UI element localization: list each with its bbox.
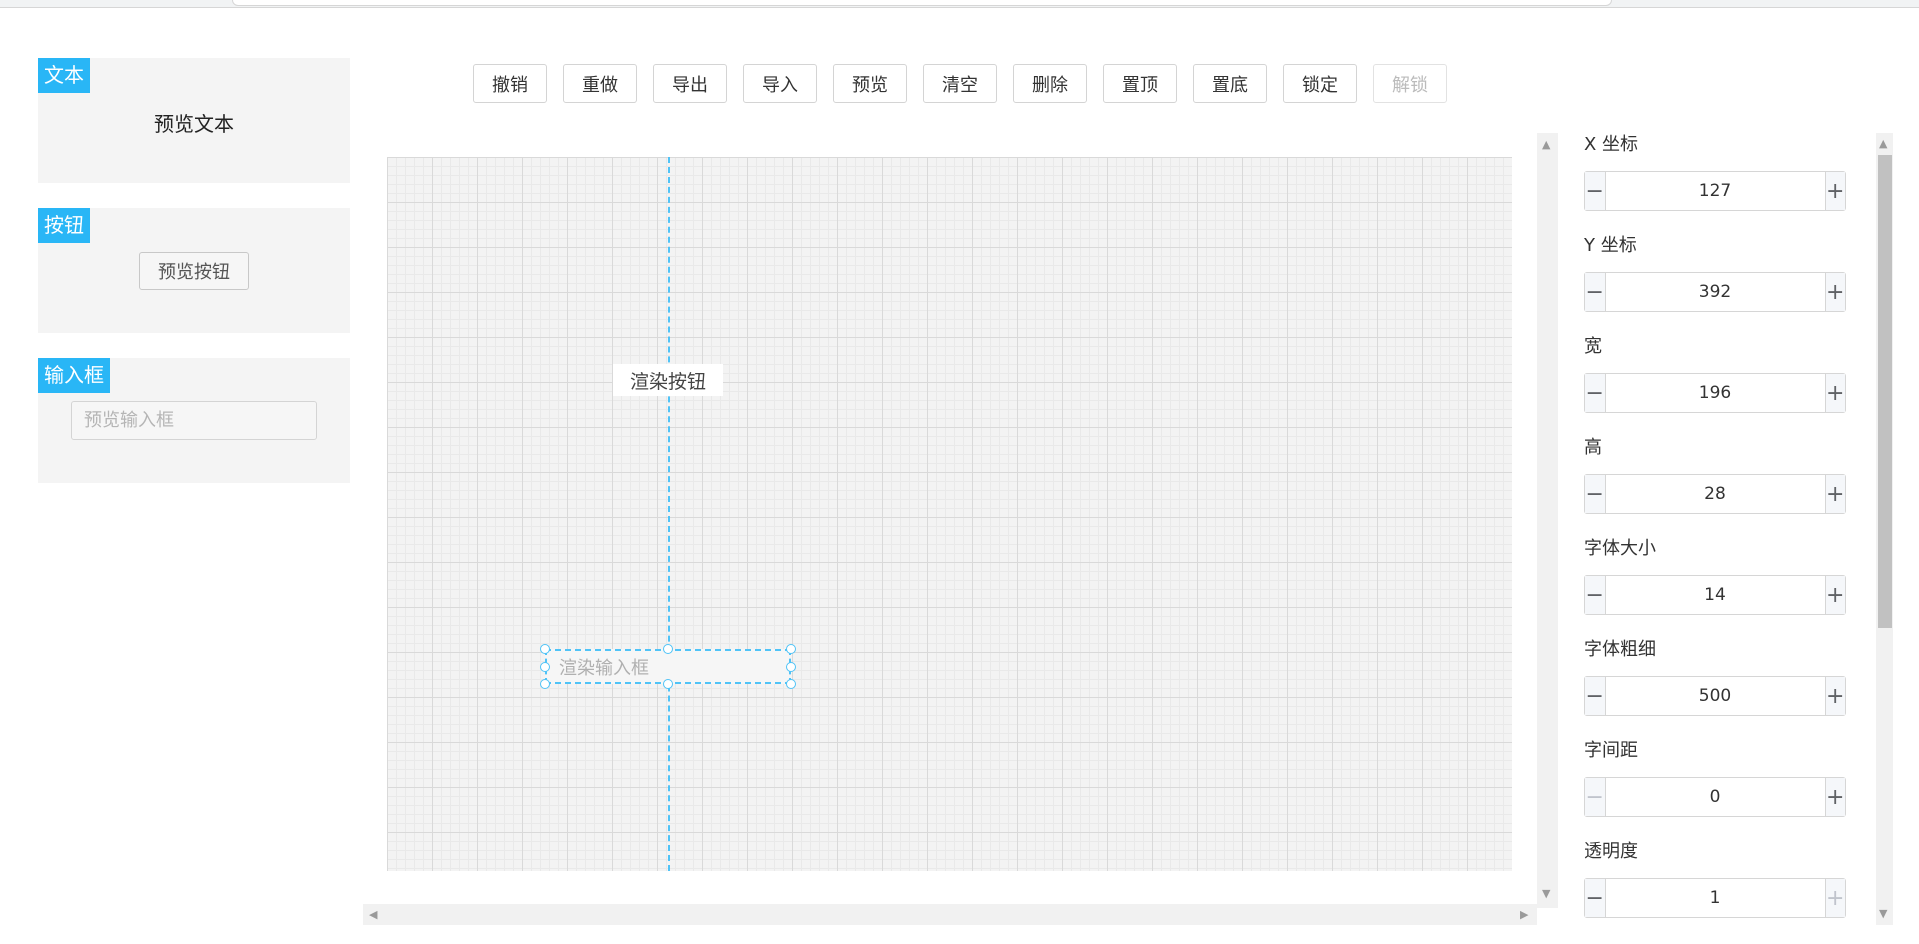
plus-icon[interactable]: + (1824, 475, 1845, 513)
clear-button[interactable]: 清空 (923, 64, 997, 103)
canvas-vertical-scrollbar[interactable]: ▲ ▼ (1537, 133, 1558, 908)
y-stepper[interactable]: − + (1584, 272, 1846, 312)
address-bar[interactable] (232, 0, 1612, 6)
minus-icon[interactable]: − (1585, 475, 1606, 513)
height-input[interactable] (1605, 475, 1825, 513)
properties-scrollbar[interactable]: ▲ ▼ (1876, 133, 1893, 925)
toolbar: 撤销 重做 导出 导入 预览 清空 删除 置顶 置底 锁定 解锁 (473, 64, 1447, 104)
x-stepper[interactable]: − + (1584, 171, 1846, 211)
resize-handle-tl[interactable] (540, 644, 550, 654)
preview-button-toolbar[interactable]: 预览 (833, 64, 907, 103)
preview-text[interactable]: 预览文本 (38, 108, 350, 137)
redo-button[interactable]: 重做 (563, 64, 637, 103)
undo-button[interactable]: 撤销 (473, 64, 547, 103)
plus-icon[interactable]: + (1824, 576, 1845, 614)
prop-width-label: 宽 (1584, 336, 1602, 357)
minus-icon[interactable]: − (1585, 778, 1606, 816)
arrow-up-icon[interactable]: ▲ (1542, 139, 1550, 150)
prop-height: 高 − + (1584, 436, 1846, 514)
prop-y: Y 坐标 − + (1584, 234, 1846, 312)
opacity-stepper[interactable]: − + (1584, 878, 1846, 918)
canvas-horizontal-scrollbar[interactable]: ◀ ▶ (363, 904, 1537, 925)
prop-opacity-label: 透明度 (1584, 841, 1638, 862)
y-input[interactable] (1605, 273, 1825, 311)
font-size-stepper[interactable]: − + (1584, 575, 1846, 615)
preview-button[interactable]: 预览按钮 (139, 252, 249, 290)
plus-icon[interactable]: + (1824, 172, 1845, 210)
resize-handle-t[interactable] (663, 644, 673, 654)
bring-to-top-button[interactable]: 置顶 (1103, 64, 1177, 103)
preview-input[interactable] (71, 401, 317, 440)
letter-spacing-input[interactable] (1605, 778, 1825, 816)
prop-letter-spacing: 字间距 − + (1584, 739, 1846, 817)
resize-handle-br[interactable] (786, 679, 796, 689)
font-weight-stepper[interactable]: − + (1584, 676, 1846, 716)
browser-chrome (0, 0, 1919, 8)
prop-opacity: 透明度 − + (1584, 840, 1846, 918)
alignment-guide (668, 157, 670, 871)
minus-icon[interactable]: − (1585, 374, 1606, 412)
resize-handle-tr[interactable] (786, 644, 796, 654)
prop-x-label: X 坐标 (1584, 134, 1639, 155)
minus-icon[interactable]: − (1585, 576, 1606, 614)
prop-width: 宽 − + (1584, 335, 1846, 413)
properties-scroll-thumb[interactable] (1878, 155, 1892, 628)
minus-icon[interactable]: − (1585, 172, 1606, 210)
prop-font-size: 字体大小 − + (1584, 537, 1846, 615)
resize-handle-r[interactable] (786, 662, 796, 672)
plus-icon[interactable]: + (1824, 374, 1845, 412)
prop-x: X 坐标 − + (1584, 133, 1846, 211)
delete-button[interactable]: 删除 (1013, 64, 1087, 103)
palette-text[interactable]: 文本 预览文本 (38, 58, 350, 183)
prop-font-weight: 字体粗细 − + (1584, 638, 1846, 716)
minus-icon[interactable]: − (1585, 677, 1606, 715)
palette-input[interactable]: 输入框 (38, 358, 350, 483)
plus-icon[interactable]: + (1824, 778, 1845, 816)
arrow-down-icon[interactable]: ▼ (1542, 888, 1550, 899)
palette-text-tag: 文本 (38, 58, 90, 93)
resize-handle-bl[interactable] (540, 679, 550, 689)
plus-icon[interactable]: + (1824, 273, 1845, 311)
font-weight-input[interactable] (1605, 677, 1825, 715)
font-size-input[interactable] (1605, 576, 1825, 614)
unlock-button[interactable]: 解锁 (1373, 64, 1447, 103)
height-stepper[interactable]: − + (1584, 474, 1846, 514)
opacity-input[interactable] (1605, 879, 1825, 917)
palette-button-tag: 按钮 (38, 208, 90, 243)
prop-letter-spacing-label: 字间距 (1584, 740, 1638, 761)
prop-y-label: Y 坐标 (1584, 235, 1637, 256)
prop-font-weight-label: 字体粗细 (1584, 639, 1656, 660)
export-button[interactable]: 导出 (653, 64, 727, 103)
arrow-left-icon[interactable]: ◀ (369, 909, 377, 920)
properties-panel: X 坐标 − + Y 坐标 − + 宽 − + 高 − + 字体大小 (1570, 133, 1900, 925)
resize-handle-b[interactable] (663, 679, 673, 689)
prop-height-label: 高 (1584, 437, 1602, 458)
minus-icon[interactable]: − (1585, 273, 1606, 311)
arrow-right-icon[interactable]: ▶ (1520, 909, 1528, 920)
canvas-scroller[interactable]: 渲染按钮 渲染输入框 ▲ ▼ ◀ ▶ (363, 133, 1558, 925)
resize-handle-l[interactable] (540, 662, 550, 672)
letter-spacing-stepper[interactable]: − + (1584, 777, 1846, 817)
rendered-button[interactable]: 渲染按钮 (613, 364, 723, 396)
plus-icon[interactable]: + (1824, 879, 1845, 917)
send-to-bottom-button[interactable]: 置底 (1193, 64, 1267, 103)
width-stepper[interactable]: − + (1584, 373, 1846, 413)
import-button[interactable]: 导入 (743, 64, 817, 103)
arrow-down-icon[interactable]: ▼ (1879, 908, 1887, 919)
arrow-up-icon[interactable]: ▲ (1879, 138, 1887, 149)
palette-input-tag: 输入框 (38, 358, 110, 393)
lock-button[interactable]: 锁定 (1283, 64, 1357, 103)
plus-icon[interactable]: + (1824, 677, 1845, 715)
editor-canvas[interactable]: 渲染按钮 渲染输入框 (387, 157, 1512, 871)
minus-icon[interactable]: − (1585, 879, 1606, 917)
prop-font-size-label: 字体大小 (1584, 538, 1656, 559)
x-input[interactable] (1605, 172, 1825, 210)
width-input[interactable] (1605, 374, 1825, 412)
palette-button[interactable]: 按钮 预览按钮 (38, 208, 350, 333)
